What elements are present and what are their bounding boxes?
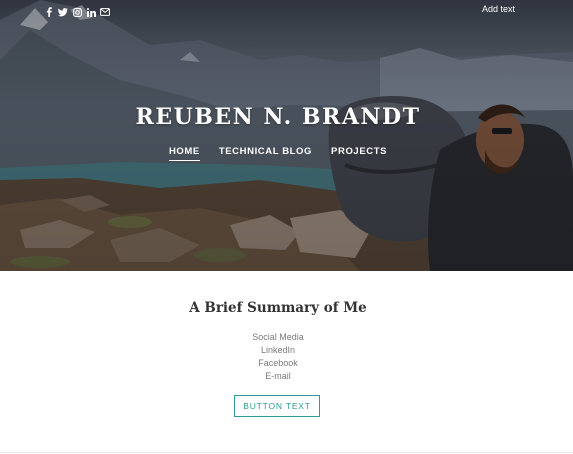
nav-item-projects[interactable]: PROJECTS (331, 146, 387, 161)
social-media-label: Social Media (252, 332, 304, 342)
instagram-icon[interactable] (72, 6, 82, 18)
summary-text-block: Social Media LinkedIn Facebook E-mail (0, 331, 556, 383)
site-title: REUBEN N. BRANDT (135, 104, 421, 130)
email-link[interactable]: E-mail (0, 370, 556, 383)
facebook-icon[interactable] (44, 6, 54, 18)
cta-button[interactable]: BUTTON TEXT (234, 395, 320, 417)
hero-banner: Add text REUBEN N. BRANDT HOME TECHNICAL… (0, 0, 573, 271)
nav-item-home[interactable]: HOME (168, 146, 200, 161)
hero-overlay (0, 0, 573, 271)
mail-icon[interactable] (100, 6, 110, 18)
main-nav: HOME TECHNICAL BLOG PROJECTS (0, 146, 556, 161)
linkedin-icon[interactable] (86, 6, 96, 18)
add-text-link[interactable]: Add text (482, 4, 515, 14)
nav-item-technical-blog[interactable]: TECHNICAL BLOG (219, 146, 312, 161)
facebook-link[interactable]: Facebook (0, 357, 556, 370)
linkedin-link[interactable]: LinkedIn (0, 344, 556, 357)
divider (0, 452, 573, 453)
section-heading: A Brief Summary of Me (189, 300, 367, 316)
twitter-icon[interactable] (58, 6, 68, 18)
social-links (44, 6, 110, 18)
